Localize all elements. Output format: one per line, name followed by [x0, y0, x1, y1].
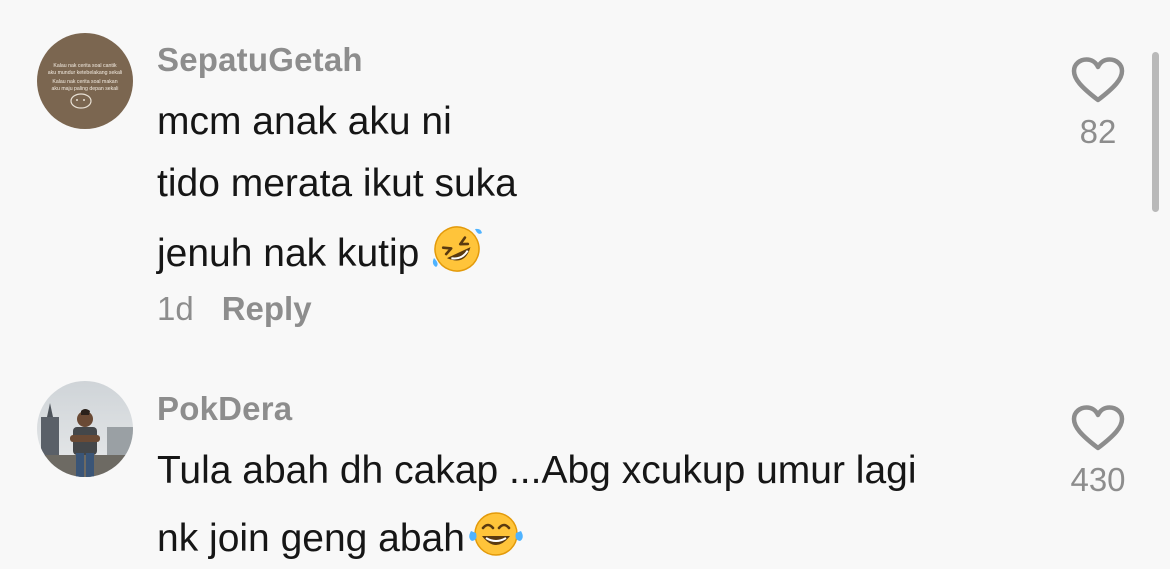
like-button[interactable]: 82 [1038, 57, 1158, 151]
like-count: 430 [1070, 461, 1126, 498]
rolling-on-floor-laughing-emoji-icon [431, 224, 483, 284]
svg-text:Kalau nak cerita soal cantik: Kalau nak cerita soal cantik [53, 63, 117, 69]
comment-text: jenuh nak kutip [157, 232, 420, 275]
comment-text-line: nk join geng abah [157, 510, 525, 568]
comment-text: mcm anak aku ni [157, 100, 452, 143]
svg-text:Kalau nak cerita soal makan: Kalau nak cerita soal makan [52, 79, 117, 85]
svg-text:aku maju paling depan sekali: aku maju paling depan sekali [52, 86, 119, 92]
heart-outline-icon [1071, 405, 1125, 451]
comment-text: nk join geng abah [157, 517, 465, 560]
comment-username[interactable]: PokDera [157, 390, 292, 428]
heart-outline-icon [1071, 57, 1125, 103]
avatar[interactable]: Kalau nak cerita soal cantik aku mundur … [37, 33, 133, 129]
comment-meta: 1d Reply [157, 290, 312, 328]
svg-text:aku mundur ketebelakang sekali: aku mundur ketebelakang sekali [48, 70, 122, 76]
comment-text-line: mcm anak aku ni [157, 100, 452, 144]
comments-screen: Kalau nak cerita soal cantik aku mundur … [0, 0, 1170, 569]
comment-text-line: tido merata ikut suka [157, 162, 517, 206]
reply-button[interactable]: Reply [222, 290, 312, 328]
avatar[interactable] [37, 381, 133, 477]
comment-username[interactable]: SepatuGetah [157, 41, 363, 79]
like-button[interactable]: 430 [1038, 405, 1158, 499]
comment-text: tido merata ikut suka [157, 162, 517, 205]
like-count: 82 [1079, 113, 1117, 150]
comment-text-line: jenuh nak kutip [157, 224, 483, 284]
avatar-image: Kalau nak cerita soal cantik aku mundur … [37, 33, 133, 129]
comment-text: Tula abah dh cakap ...Abg xcukup umur la… [157, 449, 917, 492]
avatar-image [37, 381, 133, 477]
face-with-tears-of-joy-emoji-icon [467, 510, 525, 568]
scrollbar[interactable] [1152, 52, 1159, 212]
comment-timestamp: 1d [157, 290, 194, 327]
comment-text-line: Tula abah dh cakap ...Abg xcukup umur la… [157, 449, 917, 493]
